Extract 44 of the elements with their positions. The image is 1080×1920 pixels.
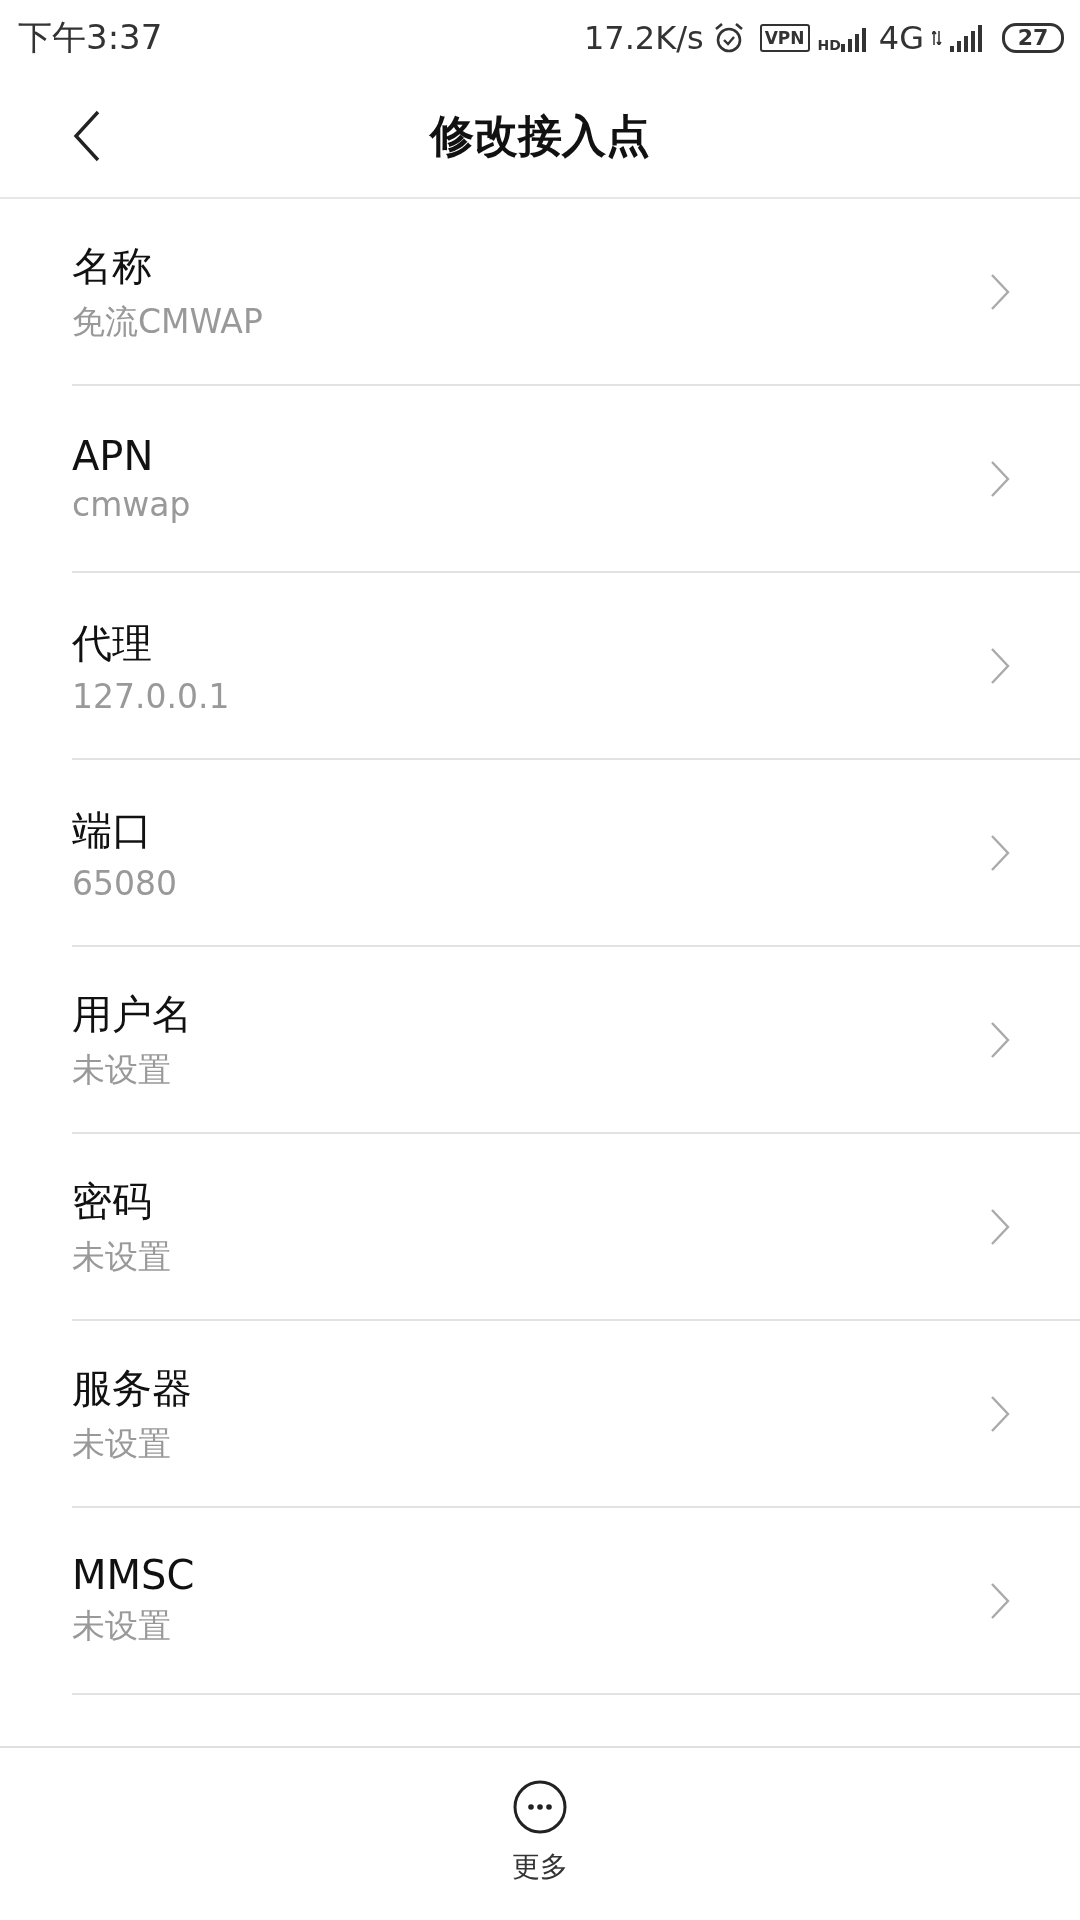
- battery-indicator: 27: [1002, 22, 1064, 53]
- status-time: 下午3:37: [18, 15, 163, 59]
- row-value: 未设置: [72, 1605, 172, 1647]
- chevron-icon: [990, 1581, 1010, 1620]
- settings-row[interactable]: 名称 免流CMWAP: [72, 199, 1080, 386]
- more-icon: [513, 1780, 567, 1834]
- row-label: 代理: [72, 618, 153, 668]
- row-label: 端口: [72, 805, 153, 855]
- chevron-icon: [990, 833, 1010, 872]
- settings-row[interactable]: 密码 未设置: [72, 1134, 1080, 1321]
- back-icon[interactable]: [72, 110, 102, 162]
- network-type: 4G: [878, 18, 924, 57]
- vpn-badge: VPN: [759, 23, 810, 52]
- signal-icon: [950, 23, 984, 52]
- row-label: APN: [72, 433, 155, 479]
- row-value: 未设置: [72, 1422, 172, 1465]
- row-label: 密码: [72, 1176, 153, 1226]
- row-value: cmwap: [72, 485, 191, 524]
- row-label: 名称: [72, 241, 153, 291]
- hd-label: HD: [817, 36, 841, 53]
- chevron-icon: [990, 1207, 1010, 1246]
- row-value: 127.0.0.1: [72, 676, 230, 716]
- data-arrows-icon: [932, 30, 942, 45]
- settings-row[interactable]: 端口 65080: [72, 760, 1080, 947]
- row-label: 服务器: [72, 1363, 192, 1413]
- row-label: 用户名: [72, 989, 192, 1039]
- chevron-icon: [990, 1020, 1010, 1059]
- chevron-icon: [990, 646, 1010, 685]
- row-value: 65080: [72, 863, 177, 903]
- chevron-icon: [990, 272, 1010, 311]
- row-value: 未设置: [72, 1048, 172, 1091]
- settings-row[interactable]: 用户名 未设置: [72, 947, 1080, 1134]
- row-value: 免流CMWAP: [72, 300, 263, 343]
- settings-row[interactable]: 服务器 未设置: [72, 1321, 1080, 1508]
- row-value: 未设置: [72, 1235, 171, 1278]
- network-speed: 17.2K/s: [583, 18, 704, 57]
- page-title: 修改接入点: [430, 108, 650, 163]
- chevron-icon: [990, 459, 1010, 498]
- settings-row[interactable]: APN cmwap: [72, 386, 1080, 573]
- more-button[interactable]: 更多: [512, 1780, 568, 1886]
- row-label: MMSC: [72, 1552, 195, 1598]
- settings-row[interactable]: MMSC 未设置: [72, 1508, 1080, 1695]
- settings-row[interactable]: 代理 127.0.0.1: [72, 573, 1080, 760]
- chevron-icon: [990, 1394, 1010, 1433]
